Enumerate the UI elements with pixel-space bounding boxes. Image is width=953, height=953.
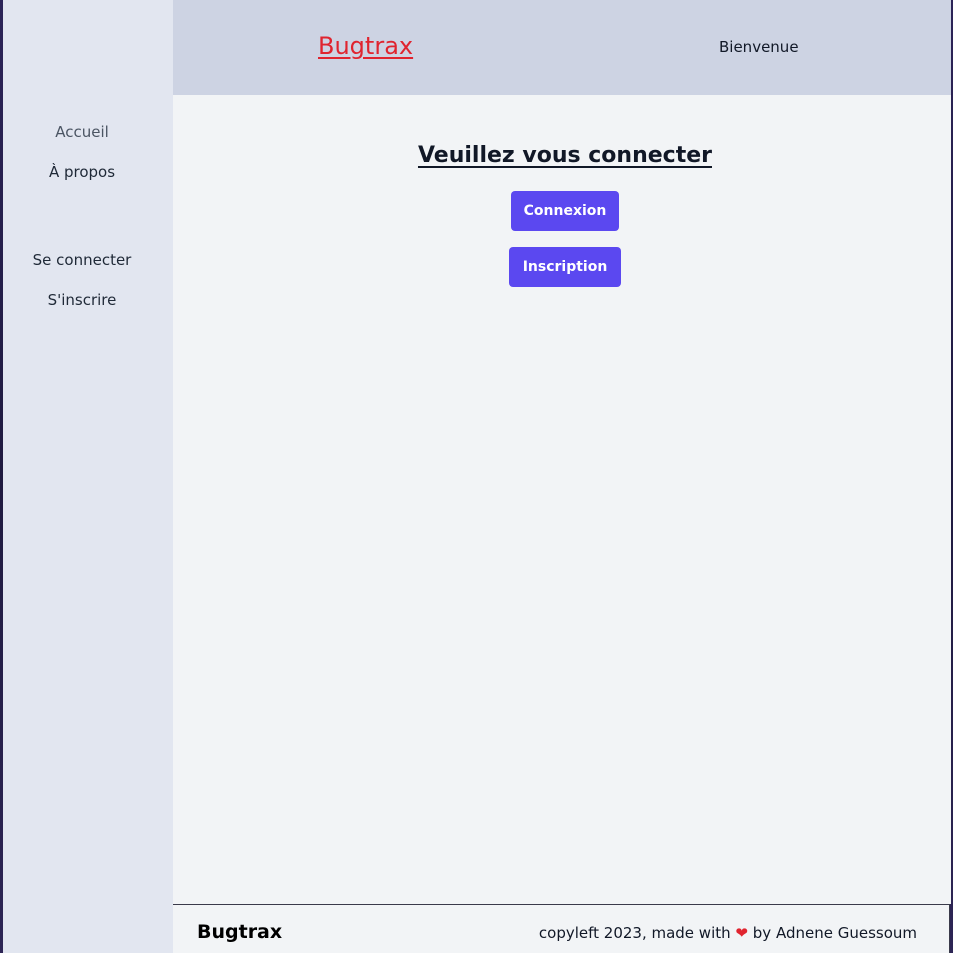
sidebar: Accueil À propos Se connecter S'inscrire (3, 0, 173, 953)
sidebar-item-home[interactable]: Accueil (3, 123, 161, 141)
footer-brand: Bugtrax (197, 921, 283, 943)
footer-credit: copyleft 2023, made with ❤ by Adnene Gue… (539, 924, 917, 942)
page-title: Veuillez vous connecter (417, 143, 712, 168)
footer: Bugtrax copyleft 2023, made with ❤ by Ad… (173, 904, 950, 953)
welcome-text: Bienvenue (719, 38, 799, 56)
header: Bugtrax Bienvenue (173, 0, 951, 95)
sidebar-item-login[interactable]: Se connecter (3, 251, 161, 269)
credit-suffix: by Adnene Guessoum (752, 924, 917, 942)
sidebar-item-signup[interactable]: S'inscrire (3, 291, 161, 309)
register-button[interactable]: Inscription (509, 247, 621, 287)
main-content: Veuillez vous connecter Connexion Inscri… (173, 95, 951, 904)
heart-icon: ❤ (735, 924, 748, 942)
sidebar-item-about[interactable]: À propos (3, 163, 161, 181)
brand-link[interactable]: Bugtrax (318, 32, 413, 60)
login-button[interactable]: Connexion (511, 191, 619, 231)
credit-prefix: copyleft 2023, made with (538, 924, 731, 942)
